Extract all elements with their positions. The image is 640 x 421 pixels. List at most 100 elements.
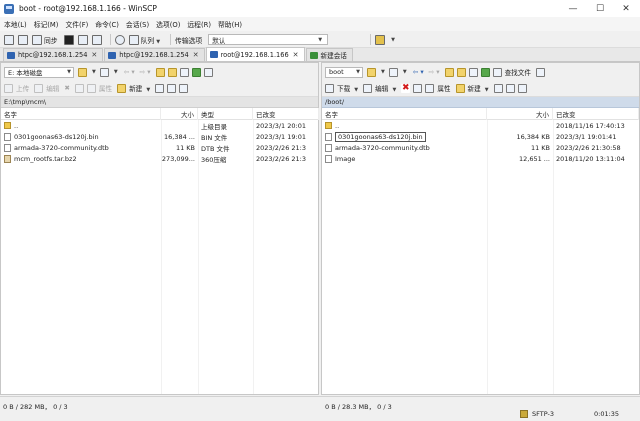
back-icon[interactable]: ⇦ ▾ [413, 68, 424, 76]
column-name[interactable]: 名字 [322, 108, 487, 120]
edit-icon[interactable] [363, 83, 373, 93]
new-icon[interactable] [117, 83, 127, 93]
chevron-down-icon[interactable]: ▼ [92, 69, 96, 75]
home-icon[interactable] [179, 67, 189, 77]
chevron-down-icon[interactable]: ▼ [114, 69, 118, 75]
list-item[interactable]: Image 12,651 ... 2018/11/20 13:11:04 [322, 153, 639, 164]
menu-files[interactable]: 文件(F) [65, 19, 88, 29]
rename-icon[interactable] [413, 83, 423, 93]
unselect-icon[interactable] [167, 83, 177, 93]
queue-icon[interactable] [128, 34, 139, 45]
edit-icon[interactable] [34, 83, 44, 93]
filter-icon[interactable] [517, 83, 527, 93]
minimize-button[interactable]: — [560, 0, 586, 17]
select-all-icon[interactable] [493, 83, 503, 93]
column-type[interactable]: 类型 [198, 108, 253, 120]
column-changed[interactable]: 已改变 [553, 108, 639, 120]
root-directory-icon[interactable] [167, 67, 177, 77]
parent-directory-icon[interactable] [444, 67, 454, 77]
chevron-down-icon[interactable]: ▼ [381, 69, 385, 75]
delete-icon[interactable]: ✖ [401, 83, 411, 93]
synchronize-icon[interactable] [32, 34, 42, 45]
folder-icon[interactable] [78, 67, 87, 77]
synchronize-button[interactable]: 同步 [44, 35, 58, 45]
close-window-button[interactable]: ✕ [613, 0, 639, 17]
refresh-icon[interactable] [480, 67, 490, 77]
column-size[interactable]: 大小 [487, 108, 553, 120]
compare-directories-icon[interactable] [18, 34, 28, 45]
back-icon[interactable]: ⇦ ▾ [124, 68, 135, 76]
new-icon[interactable] [455, 83, 465, 93]
preferences-icon[interactable] [91, 34, 102, 45]
chevron-down-icon[interactable]: ▼ [318, 37, 322, 43]
menu-commands[interactable]: 命令(C) [95, 19, 119, 29]
edit-button[interactable]: 编辑 ▼ [375, 83, 396, 93]
close-icon[interactable]: ✕ [193, 51, 199, 59]
filter-icon[interactable] [388, 67, 398, 77]
navigate-icon[interactable] [535, 67, 545, 77]
putty-icon[interactable] [77, 34, 88, 45]
chevron-down-icon[interactable]: ▼ [391, 37, 395, 43]
close-icon[interactable]: ✕ [91, 51, 97, 59]
properties-icon[interactable] [425, 83, 435, 93]
tab-session-htpc-1[interactable]: htpc@192.168.1.254 ✕ [3, 48, 104, 61]
refresh-icon[interactable] [191, 67, 201, 77]
transfer-settings-select[interactable]: 默认 [208, 34, 329, 45]
chevron-down-icon[interactable]: ▼ [403, 69, 407, 75]
menu-options[interactable]: 选项(O) [156, 19, 180, 29]
rename-icon[interactable] [74, 83, 84, 93]
list-item[interactable]: .. 上级目录 2023/3/1 20:01 [1, 120, 318, 131]
navigate-icon[interactable] [203, 67, 213, 77]
unselect-icon[interactable] [505, 83, 515, 93]
find-files-button[interactable]: 查找文件 [505, 67, 531, 77]
column-name[interactable]: 名字 [1, 108, 161, 120]
list-item[interactable]: armada-3720-community.dtb 11 KB DTB 文件 2… [1, 142, 318, 153]
queue-button[interactable]: 队列 ▼ [141, 35, 160, 45]
upload-button[interactable]: 上传 [16, 83, 29, 93]
remote-path[interactable]: /boot/ [322, 97, 639, 108]
new-window-icon[interactable] [4, 34, 14, 45]
tab-new-session[interactable]: 新建会话 [305, 48, 353, 61]
new-button[interactable]: 新建 ▼ [129, 83, 150, 93]
menu-remote[interactable]: 远程(R) [187, 19, 211, 29]
close-icon[interactable]: ✕ [293, 51, 299, 59]
forward-icon[interactable]: ⇨ ▾ [429, 68, 440, 76]
local-drive-select[interactable]: E: 本地磁盘 ▼ [4, 66, 74, 78]
menu-mark[interactable]: 标记(M) [34, 19, 59, 29]
root-directory-icon[interactable] [456, 67, 466, 77]
list-item[interactable]: .. 2018/11/16 17:40:13 [322, 120, 639, 131]
list-item[interactable]: armada-3720-community.dtb 11 KB 2023/2/2… [322, 142, 639, 153]
properties-button[interactable]: 属性 [437, 83, 450, 93]
tab-session-root[interactable]: root@192.168.1.166 ✕ [205, 47, 305, 61]
filter-icon[interactable] [179, 83, 189, 93]
find-files-icon[interactable] [492, 67, 502, 77]
delete-icon[interactable]: ✖ [64, 84, 70, 92]
local-path[interactable]: E:\tmp\mcm\ [1, 97, 318, 108]
home-icon[interactable] [468, 67, 478, 77]
queue-gear-icon[interactable] [114, 34, 125, 45]
properties-button[interactable]: 属性 [99, 83, 112, 93]
parent-directory-icon[interactable] [155, 67, 165, 77]
menu-help[interactable]: 帮助(H) [218, 19, 242, 29]
forward-icon[interactable]: ⇨ ▾ [140, 68, 151, 76]
maximize-button[interactable]: ☐ [587, 0, 613, 17]
download-button[interactable]: 下载 ▼ [337, 83, 358, 93]
menu-local[interactable]: 本地(L) [4, 19, 27, 29]
column-changed[interactable]: 已改变 [253, 108, 319, 120]
edit-button[interactable]: 编辑 [46, 83, 59, 93]
folder-icon[interactable] [367, 67, 376, 77]
properties-icon[interactable] [86, 83, 96, 93]
menu-session[interactable]: 会话(S) [126, 19, 149, 29]
list-item-selected[interactable]: 0301goonas63-ds120j.bin 16,384 KB 2023/3… [322, 131, 639, 142]
upload-icon[interactable] [4, 83, 13, 93]
list-item[interactable]: mcm_rootfs.tar.bz2 273,099... 360压缩 2023… [1, 153, 318, 164]
list-item[interactable]: 0301goonas63-ds120j.bin 16,384 ... BIN 文… [1, 131, 318, 142]
bookmark-icon[interactable] [375, 34, 386, 45]
tab-session-htpc-2[interactable]: htpc@192.168.1.254 ✕ [104, 48, 205, 61]
console-icon[interactable] [63, 34, 74, 45]
column-size[interactable]: 大小 [161, 108, 198, 120]
download-icon[interactable] [325, 83, 334, 93]
new-button[interactable]: 新建 ▼ [468, 83, 489, 93]
filter-icon[interactable] [99, 67, 109, 77]
select-all-icon[interactable] [155, 83, 165, 93]
